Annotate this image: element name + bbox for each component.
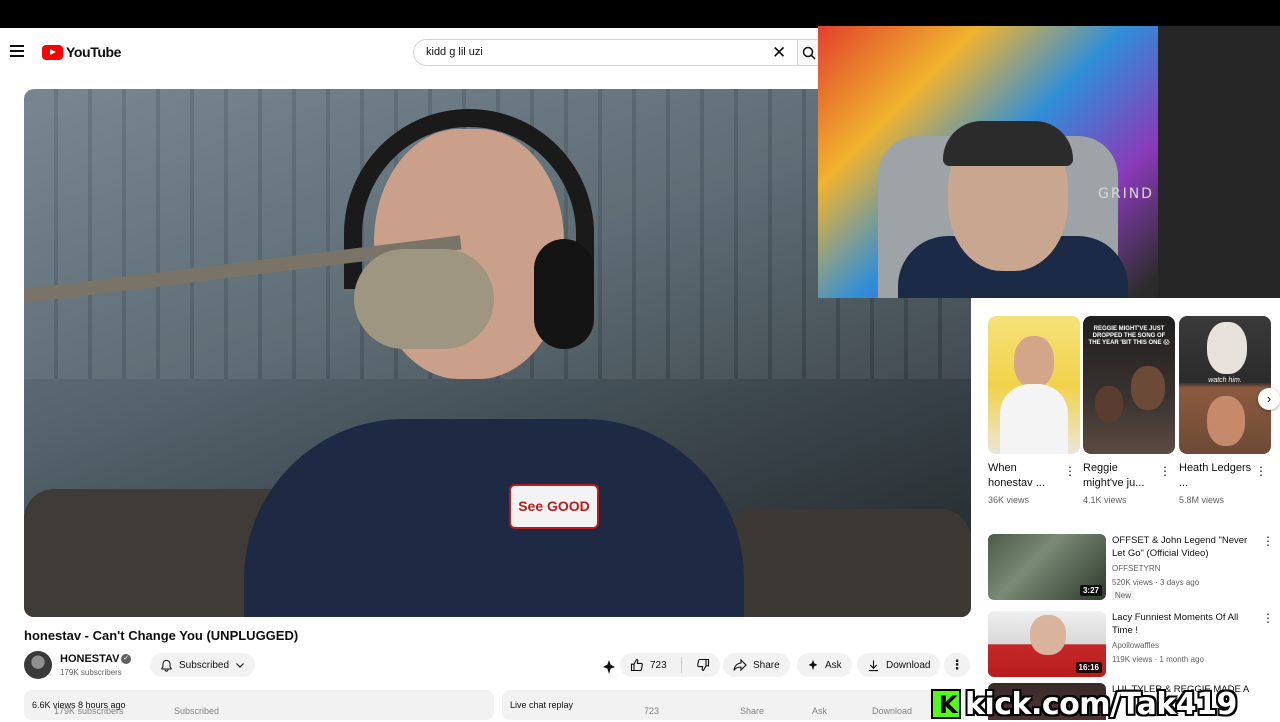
- recommended-channel[interactable]: OFFSETYRN: [1112, 564, 1160, 573]
- webcam-overlay: GRIND: [818, 26, 1280, 298]
- chevron-down-icon: [236, 663, 244, 668]
- video-title: honestav - Can't Change You (UNPLUGGED): [24, 628, 299, 643]
- subscribed-button[interactable]: Subscribed: [150, 653, 256, 677]
- youtube-play-icon: [42, 44, 63, 60]
- download-label: Download: [886, 659, 931, 671]
- search-button[interactable]: [798, 39, 820, 66]
- short-views: 5.8M views: [1179, 495, 1225, 505]
- subscribed-label: Subscribed: [179, 659, 230, 671]
- share-label: Share: [753, 659, 780, 671]
- share-button[interactable]: Share: [723, 653, 790, 677]
- bell-icon: [161, 659, 172, 672]
- short-thumb-face: [1207, 322, 1247, 374]
- webcam-bandana: [943, 121, 1073, 166]
- short-thumb-face: [1095, 386, 1123, 422]
- subscriber-count: 179K subscribers: [60, 668, 122, 677]
- video-duration: 16:16: [1075, 662, 1102, 673]
- recommended-thumbnail[interactable]: 16:16: [988, 611, 1106, 677]
- recommended-menu-icon[interactable]: ⋮: [1262, 611, 1274, 625]
- short-thumbnail[interactable]: REGGIE MIGHT'VE JUST DROPPED THE SONG OF…: [1083, 316, 1175, 454]
- short-item[interactable]: watch him. Heath Ledgers ... 5.8M views …: [1179, 316, 1271, 505]
- recommended-video[interactable]: 16:16 Lacy Funniest Moments Of All Time …: [988, 611, 1280, 681]
- short-thumbnail[interactable]: watch him.: [1179, 316, 1271, 454]
- short-thumb-caption: watch him.: [1208, 377, 1242, 384]
- channel-action-row: HONESTAV ✓ 179K subscribers Subscribed 7…: [24, 651, 971, 681]
- channel-name[interactable]: HONESTAV: [60, 653, 120, 665]
- verified-check-icon: ✓: [121, 654, 131, 664]
- menu-icon[interactable]: [10, 45, 24, 57]
- search-input[interactable]: kidd g lil uzi ✕: [413, 39, 798, 66]
- recommended-thumbnail[interactable]: 3:27: [988, 534, 1106, 600]
- short-thumb-caption: REGGIE MIGHT'VE JUST DROPPED THE SONG OF…: [1088, 326, 1170, 346]
- ask-sparkle-icon: [808, 659, 818, 671]
- recommended-meta: 119K views · 1 month ago: [1112, 655, 1204, 664]
- short-views: 4.1K views: [1083, 495, 1127, 505]
- recommended-meta: 520K views · 3 days ago: [1112, 578, 1200, 587]
- channel-avatar[interactable]: [24, 651, 52, 679]
- short-title[interactable]: Reggie might've ju...: [1083, 461, 1157, 491]
- youtube-logo[interactable]: YouTube: [42, 44, 121, 60]
- recommended-video[interactable]: 3:27 OFFSET & John Legend "Never Let Go"…: [988, 534, 1280, 604]
- video-duration: 3:27: [1079, 585, 1102, 596]
- recommended-channel[interactable]: Apollowaffles: [1112, 641, 1159, 650]
- search-query[interactable]: kidd g lil uzi: [426, 46, 483, 58]
- microphone-graphic: [354, 249, 494, 349]
- like-dislike-group: 723: [620, 653, 720, 677]
- short-title[interactable]: Heath Ledgers ...: [1179, 461, 1253, 491]
- more-icon: ⋮: [950, 657, 964, 672]
- shirt-name-tag: See GOOD: [509, 484, 599, 529]
- short-menu-icon[interactable]: ⋮: [1255, 464, 1267, 478]
- ghost-duplicate-row: 179K subscribers Subscribed 723 Share As…: [24, 706, 971, 720]
- short-item[interactable]: When honestav ... 36K views ⋮: [988, 316, 1080, 505]
- download-icon: [868, 659, 879, 671]
- video-couch: [724, 509, 971, 617]
- short-thumb-face: [1207, 396, 1245, 446]
- thumbs-up-icon[interactable]: [630, 658, 644, 672]
- sparkle-icon[interactable]: [601, 659, 617, 675]
- recommended-title[interactable]: OFFSET & John Legend "Never Let Go" (Off…: [1112, 534, 1252, 560]
- kick-logo-letter: K: [939, 691, 958, 719]
- short-menu-icon[interactable]: ⋮: [1064, 464, 1076, 478]
- clear-search-icon[interactable]: ✕: [772, 43, 786, 63]
- short-thumb-face: [1131, 366, 1165, 410]
- shorts-shelf: When honestav ... 36K views ⋮ REGGIE MIG…: [988, 316, 1280, 516]
- short-thumb-shirt: [1000, 384, 1068, 454]
- webcam-studio-shelf: [1158, 26, 1280, 298]
- kick-overlay-banner: K kick.com/Tak419: [931, 686, 1280, 722]
- ask-label: Ask: [825, 659, 842, 671]
- short-title[interactable]: When honestav ...: [988, 461, 1062, 491]
- video-performer-shirt: [244, 419, 744, 617]
- download-button[interactable]: Download: [857, 653, 941, 677]
- short-thumb-face: [1014, 336, 1054, 388]
- new-badge: New: [1112, 591, 1135, 600]
- shorts-next-arrow-icon[interactable]: ›: [1258, 388, 1280, 410]
- more-actions-button[interactable]: ⋮: [944, 653, 970, 677]
- recommended-title[interactable]: Lacy Funniest Moments Of All Time !: [1112, 611, 1252, 637]
- top-black-bar: [0, 0, 1280, 28]
- ghost-download: Download: [872, 706, 913, 716]
- like-count[interactable]: 723: [650, 660, 667, 671]
- thumbs-down-icon[interactable]: [696, 658, 710, 672]
- short-views: 36K views: [988, 495, 1030, 505]
- webcam-poster-text: GRIND: [1098, 186, 1154, 202]
- short-item[interactable]: REGGIE MIGHT'VE JUST DROPPED THE SONG OF…: [1083, 316, 1175, 505]
- like-divider: [680, 657, 682, 673]
- search-icon: [802, 46, 816, 60]
- ghost-share: Share: [740, 706, 765, 716]
- kick-logo-icon: K: [931, 689, 961, 719]
- headphone-cup-graphic: [534, 239, 594, 349]
- short-thumbnail[interactable]: [988, 316, 1080, 454]
- ghost-ask: Ask: [812, 706, 828, 716]
- ghost-subscribed: Subscribed: [174, 706, 220, 716]
- recommended-thumb-face: [1030, 615, 1066, 655]
- ghost-subscribers: 179K subscribers: [54, 706, 124, 716]
- logo-text: YouTube: [66, 44, 122, 60]
- kick-channel-url: kick.com/Tak419: [965, 686, 1237, 722]
- share-icon: [733, 658, 747, 672]
- ask-button[interactable]: Ask: [797, 653, 852, 677]
- short-menu-icon[interactable]: ⋮: [1159, 464, 1171, 478]
- ghost-likes: 723: [644, 706, 660, 716]
- recommended-menu-icon[interactable]: ⋮: [1262, 534, 1274, 548]
